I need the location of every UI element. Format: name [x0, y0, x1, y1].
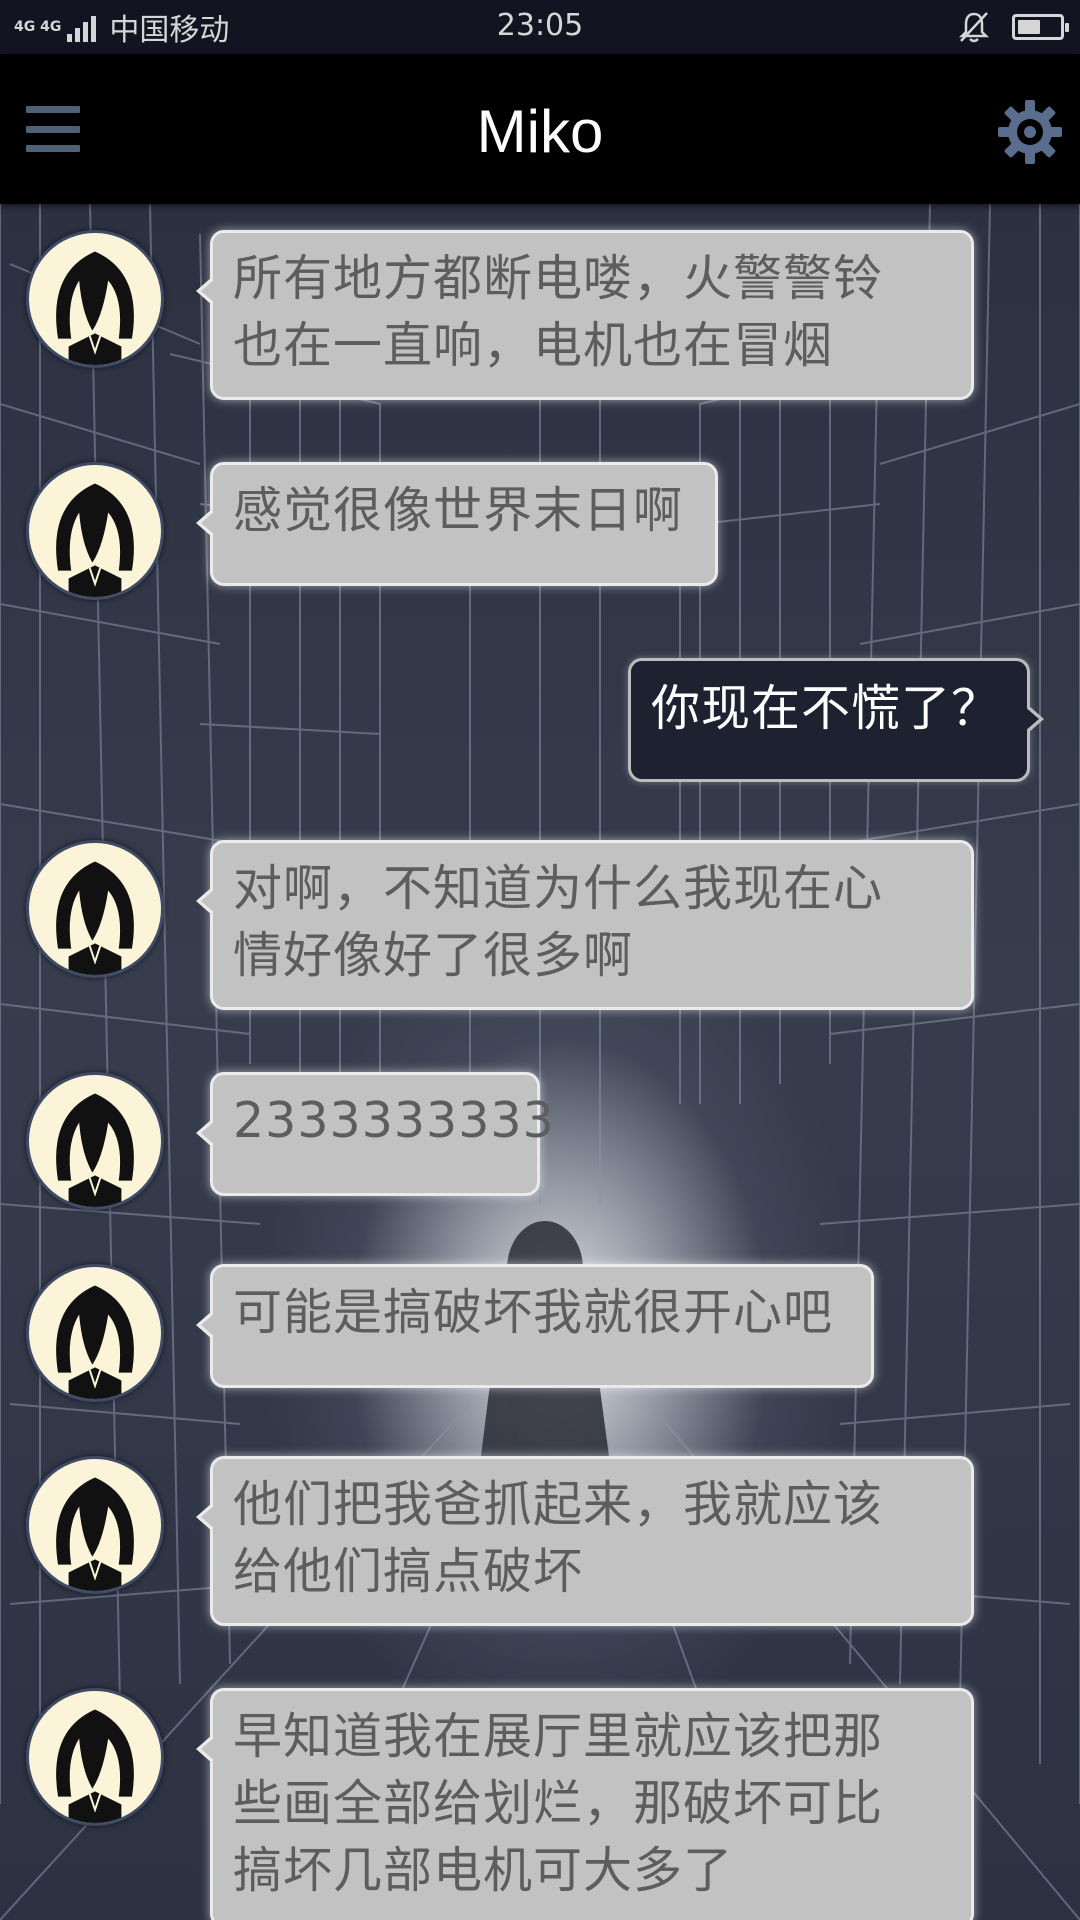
- message-line: 早知道我在展厅里就应该把那: [233, 1708, 884, 1765]
- message-line: 情好像好了很多啊: [233, 927, 634, 984]
- avatar[interactable]: [26, 1456, 164, 1594]
- battery-icon: [1012, 14, 1069, 40]
- message-line: 所有地方都断电喽，火警警铃: [233, 250, 884, 307]
- avatar-girl-icon: [56, 1285, 134, 1399]
- message-bubble[interactable]: 所有地方都断电喽，火警警铃 也在一直响，电机也在冒烟: [196, 230, 974, 400]
- message-bubble[interactable]: 2333333333: [196, 1072, 555, 1196]
- gear-icon[interactable]: [994, 96, 1066, 168]
- message-line: 感觉很像世界末日啊: [233, 482, 684, 539]
- message-line: 对啊，不知道为什么我现在心: [233, 860, 884, 917]
- avatar[interactable]: [26, 230, 164, 368]
- message-line: 搞坏几部电机可大多了: [233, 1842, 734, 1899]
- battery-level: [1018, 20, 1040, 34]
- message-line: 也在一直响，电机也在冒烟: [233, 317, 834, 374]
- message-bubble[interactable]: 他们把我爸抓起来，我就应该 给他们搞点破坏: [196, 1456, 974, 1626]
- chat-title: Miko: [476, 98, 604, 165]
- message-bubble[interactable]: 可能是搞破坏我就很开心吧: [196, 1264, 874, 1388]
- message-bubble-outgoing[interactable]: 你现在不慌了？: [628, 658, 1044, 782]
- avatar[interactable]: [26, 1072, 164, 1210]
- message-bubble[interactable]: 早知道我在展厅里就应该把那 些画全部给划烂，那破坏可比 搞坏几部电机可大多了: [196, 1688, 974, 1920]
- message-line: 你现在不慌了？: [651, 680, 1002, 737]
- status-right: [958, 10, 1069, 44]
- message-bubble[interactable]: 感觉很像世界末日啊: [196, 462, 718, 586]
- app-header: Miko: [0, 54, 1080, 204]
- avatar[interactable]: [26, 1688, 164, 1826]
- message-line: 些画全部给划烂，那破坏可比: [233, 1775, 884, 1832]
- avatar-girl-icon: [56, 1477, 134, 1591]
- chat-screen: 4G 4G 中国移动 23:05 Miko 所有地方都断电喽，火警警铃 也在一直…: [0, 0, 1080, 1920]
- message-line: 他们把我爸抓起来，我就应该: [233, 1476, 884, 1533]
- bell-muted-icon: [958, 12, 990, 43]
- avatar-girl-icon: [56, 251, 134, 365]
- avatar-girl-icon: [56, 483, 134, 597]
- status-time: 23:05: [496, 8, 584, 43]
- avatar[interactable]: [26, 840, 164, 978]
- avatar-girl-icon: [56, 1709, 134, 1823]
- avatar[interactable]: [26, 1264, 164, 1402]
- message-line: 可能是搞破坏我就很开心吧: [233, 1284, 834, 1341]
- message-line: 2333333333: [233, 1092, 555, 1149]
- avatar-girl-icon: [56, 1093, 134, 1207]
- status-bar: 4G 4G 中国移动 23:05: [0, 0, 1080, 54]
- message-line: 给他们搞点破坏: [233, 1543, 584, 1600]
- avatar-girl-icon: [56, 861, 134, 975]
- message-bubble[interactable]: 对啊，不知道为什么我现在心 情好像好了很多啊: [196, 840, 974, 1010]
- message-list[interactable]: 所有地方都断电喽，火警警铃 也在一直响，电机也在冒烟 感觉很像世界末日啊 你现在…: [0, 204, 1080, 1920]
- avatar[interactable]: [26, 462, 164, 600]
